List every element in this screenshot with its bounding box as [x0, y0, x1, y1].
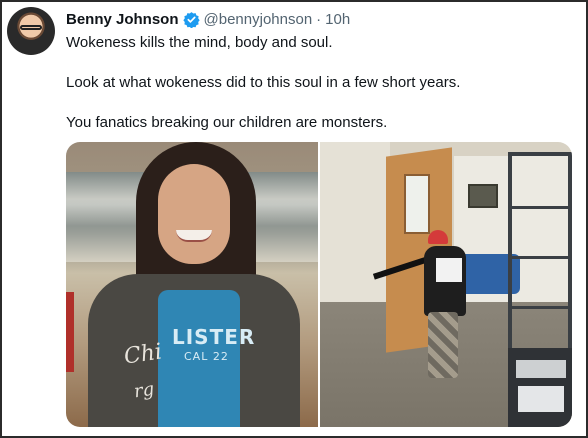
- hallway-wall: [320, 142, 390, 317]
- frame-bar: [512, 306, 568, 309]
- tweet-paragraph: Wokeness kills the mind, body and soul.: [66, 34, 333, 51]
- person-legs: [428, 312, 458, 378]
- tweet-paragraph: Look at what wokeness did to this soul i…: [66, 74, 461, 91]
- glasses-icon: [20, 25, 42, 30]
- person-face: [158, 164, 230, 264]
- shirt-print-subtext: CAL 22: [184, 350, 229, 363]
- tweet-body: Wokeness kills the mind, body and soul. …: [66, 33, 578, 153]
- tweet-header: Benny Johnson @bennyjohnson · 10h: [66, 9, 350, 29]
- tweet-timestamp[interactable]: 10h: [325, 11, 350, 28]
- verified-badge-icon: [182, 11, 200, 28]
- meta-separator: ·: [316, 10, 322, 28]
- glass-door-frame: [508, 152, 572, 362]
- red-object: [66, 292, 74, 372]
- author-handle[interactable]: @bennyjohnson: [204, 11, 313, 28]
- author-name[interactable]: Benny Johnson: [66, 11, 179, 28]
- frame-bar: [512, 256, 568, 259]
- frame-bar: [512, 206, 568, 209]
- red-cap: [428, 230, 448, 244]
- tweet-media-grid: LISTER CAL 22 Chi rg: [66, 142, 572, 427]
- wall-painting: [468, 184, 498, 208]
- jacket-print-text: Chi: [122, 339, 164, 370]
- printer-top: [516, 360, 566, 378]
- tweet-card[interactable]: Benny Johnson @bennyjohnson · 10h Wokene…: [0, 0, 588, 438]
- jacket-print-text-2: rg: [132, 378, 156, 403]
- media-photo-left[interactable]: LISTER CAL 22 Chi rg: [66, 142, 318, 427]
- author-avatar[interactable]: [7, 7, 55, 55]
- printer-panel: [518, 386, 564, 412]
- door-window: [404, 174, 430, 234]
- person-shirt: [436, 258, 462, 282]
- tweet-paragraph: You fanatics breaking our children are m…: [66, 114, 388, 131]
- media-photo-right[interactable]: [320, 142, 572, 427]
- shirt-print-text: LISTER: [172, 325, 256, 349]
